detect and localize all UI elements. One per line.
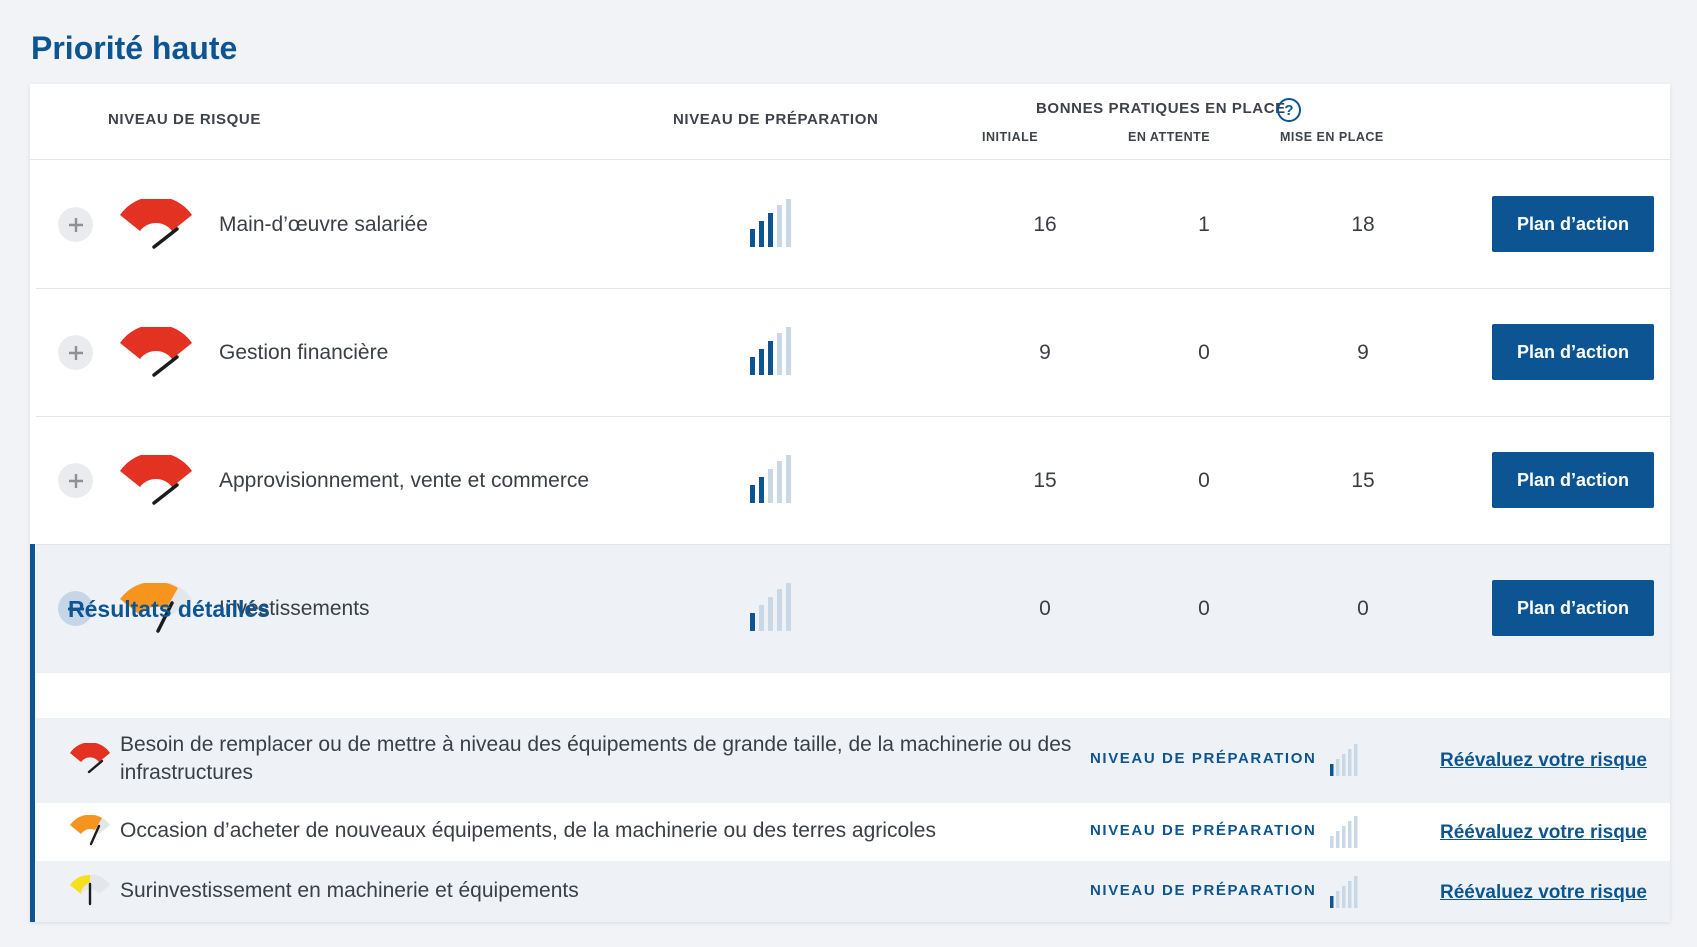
table-header: NIVEAU DE RISQUE NIVEAU DE PRÉPARATION B… (30, 84, 1670, 160)
initial-count: 0 (1039, 597, 1051, 620)
risk-name: Approvisionnement, vente et commerce (219, 469, 590, 492)
header-preparation-level: NIVEAU DE PRÉPARATION (673, 111, 879, 128)
risk-gauge-icon (70, 743, 110, 774)
pending-count: 0 (1198, 341, 1210, 364)
plus-icon (68, 217, 83, 232)
done-count: 0 (1357, 597, 1369, 620)
preparation-label: NIVEAU DE PRÉPARATION (1090, 882, 1317, 899)
preparation-bars-icon (750, 455, 791, 503)
detailed-results-title: Résultats détaillés (68, 596, 270, 622)
risk-gauge-icon (70, 875, 110, 906)
reassess-risk-link[interactable]: Réévaluez votre risque (1440, 822, 1647, 844)
risk-gauge-icon (120, 327, 192, 377)
initial-count: 16 (1033, 213, 1057, 236)
header-best-practices: BONNES PRATIQUES EN PLACE (1036, 100, 1286, 117)
risk-row[interactable]: Gestion financière 9 0 9 Plan d’action (36, 289, 1670, 417)
preparation-bars-icon (1330, 816, 1358, 848)
section-title: Priorité haute (31, 30, 238, 66)
detail-item: Surinvestissement en machinerie et équip… (36, 861, 1670, 922)
detail-item: Occasion d’acheter de nouveaux équipemen… (36, 803, 1670, 861)
detail-text: Occasion d’acheter de nouveaux équipemen… (120, 819, 936, 842)
plus-icon (68, 473, 83, 488)
expanded-accent-bar (30, 544, 35, 922)
risk-row-expanded[interactable]: Investissements 0 0 0 Plan d’action (36, 545, 1670, 673)
risk-row[interactable]: Approvisionnement, vente et commerce 15 … (36, 417, 1670, 545)
plus-icon (68, 345, 83, 360)
detail-item: Besoin de remplacer ou de mettre à nivea… (36, 718, 1670, 803)
done-count: 18 (1351, 213, 1375, 236)
detail-text-continued: infrastructures (120, 761, 254, 784)
reassess-risk-link[interactable]: Réévaluez votre risque (1440, 882, 1647, 904)
detail-text: Besoin de remplacer ou de mettre à nivea… (120, 733, 1072, 756)
reassess-risk-link[interactable]: Réévaluez votre risque (1440, 750, 1647, 772)
preparation-bars-icon (750, 199, 791, 247)
preparation-bars-icon (1330, 876, 1358, 908)
preparation-bars-icon (750, 327, 791, 375)
expand-button[interactable] (58, 463, 93, 498)
risk-row[interactable]: Main-d’œuvre salariée 16 1 18 Plan d’act… (36, 161, 1670, 289)
detail-text: Surinvestissement en machinerie et équip… (120, 879, 579, 902)
expand-button[interactable] (58, 207, 93, 242)
pending-count: 0 (1198, 597, 1210, 620)
done-count: 15 (1351, 469, 1375, 492)
done-count: 9 (1357, 341, 1369, 364)
preparation-label: NIVEAU DE PRÉPARATION (1090, 822, 1317, 839)
risk-name: Main-d’œuvre salariée (219, 213, 428, 236)
header-done: MISE EN PLACE (1280, 130, 1384, 144)
risk-name: Gestion financière (219, 341, 389, 364)
header-risk-level: NIVEAU DE RISQUE (108, 111, 261, 128)
header-initial: INITIALE (982, 130, 1039, 144)
preparation-label: NIVEAU DE PRÉPARATION (1090, 750, 1317, 767)
action-plan-button[interactable]: Plan d’action (1492, 324, 1654, 380)
preparation-bars-icon (1330, 744, 1358, 776)
pending-count: 0 (1198, 469, 1210, 492)
preparation-bars-icon (750, 583, 791, 631)
pending-count: 1 (1198, 213, 1210, 236)
expand-button[interactable] (58, 335, 93, 370)
risk-gauge-icon (70, 815, 110, 846)
header-pending: EN ATTENTE (1128, 130, 1211, 144)
action-plan-button[interactable]: Plan d’action (1492, 452, 1654, 508)
help-icon[interactable]: ? (1277, 98, 1301, 122)
action-plan-button[interactable]: Plan d’action (1492, 580, 1654, 636)
initial-count: 15 (1033, 469, 1057, 492)
risk-table-card: NIVEAU DE RISQUE NIVEAU DE PRÉPARATION B… (30, 84, 1670, 922)
risk-gauge-icon (120, 455, 192, 505)
action-plan-button[interactable]: Plan d’action (1492, 196, 1654, 252)
initial-count: 9 (1039, 341, 1051, 364)
risk-gauge-icon (120, 199, 192, 249)
